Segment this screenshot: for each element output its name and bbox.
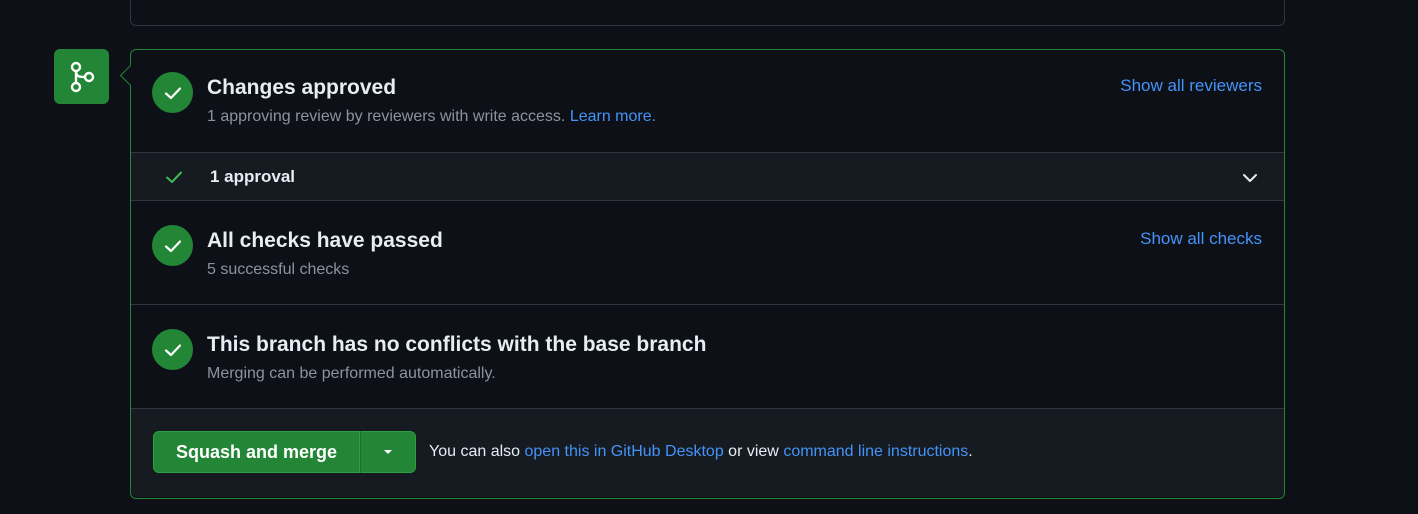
conflicts-title: This branch has no conflicts with the ba… bbox=[207, 333, 707, 356]
changes-approved-section: Changes approved 1 approving review by r… bbox=[131, 50, 1284, 153]
check-icon bbox=[164, 86, 181, 99]
github-desktop-link[interactable]: open this in GitHub Desktop bbox=[525, 443, 724, 460]
merge-method-dropdown-button[interactable] bbox=[360, 431, 417, 473]
approved-subtitle-text: 1 approving review by reviewers with wri… bbox=[207, 108, 566, 125]
checks-section: All checks have passed 5 successful chec… bbox=[131, 201, 1284, 305]
show-all-reviewers-link[interactable]: Show all reviewers bbox=[1120, 76, 1262, 96]
note-prefix: You can also bbox=[429, 443, 521, 460]
merge-box: Changes approved 1 approving review by r… bbox=[119, 49, 1285, 499]
merge-button-group: Squash and merge bbox=[153, 431, 417, 473]
note-suffix: . bbox=[968, 443, 973, 460]
checks-status-circle bbox=[152, 225, 193, 266]
approved-title: Changes approved bbox=[207, 76, 397, 99]
conflicts-section: This branch has no conflicts with the ba… bbox=[131, 305, 1284, 409]
conflicts-subtitle: Merging can be performed automatically. bbox=[207, 365, 496, 382]
conflicts-status-circle bbox=[152, 329, 193, 370]
check-icon bbox=[164, 343, 181, 356]
squash-and-merge-button[interactable]: Squash and merge bbox=[153, 431, 361, 473]
approved-status-circle bbox=[152, 72, 193, 113]
show-all-checks-link[interactable]: Show all checks bbox=[1140, 229, 1262, 249]
git-merge-icon bbox=[70, 61, 94, 92]
previous-card-text: · · · · · · · bbox=[207, 0, 284, 6]
note-middle: or view bbox=[728, 443, 779, 460]
command-line-instructions-link[interactable]: command line instructions bbox=[783, 443, 968, 460]
approval-count-label: 1 approval bbox=[210, 167, 296, 186]
chevron-down-icon[interactable] bbox=[1241, 169, 1259, 187]
merge-action-section: Squash and merge You can also open this … bbox=[131, 409, 1284, 497]
check-icon bbox=[166, 171, 182, 183]
learn-more-link[interactable]: Learn more. bbox=[570, 108, 656, 125]
approval-summary-row[interactable]: 1 approval bbox=[131, 153, 1284, 201]
triangle-down-icon bbox=[384, 450, 393, 454]
approved-subtitle: 1 approving review by reviewers with wri… bbox=[207, 108, 656, 126]
check-icon bbox=[164, 239, 181, 252]
git-merge-badge bbox=[54, 49, 109, 104]
merge-alternatives-note: You can also open this in GitHub Desktop… bbox=[429, 443, 973, 461]
checks-title: All checks have passed bbox=[207, 229, 443, 252]
checks-subtitle: 5 successful checks bbox=[207, 261, 350, 278]
previous-timeline-card: · · · · · · · bbox=[130, 0, 1285, 26]
pull-request-merge-area: · · · · · · · Changes approved 1 approvi… bbox=[0, 0, 1418, 514]
